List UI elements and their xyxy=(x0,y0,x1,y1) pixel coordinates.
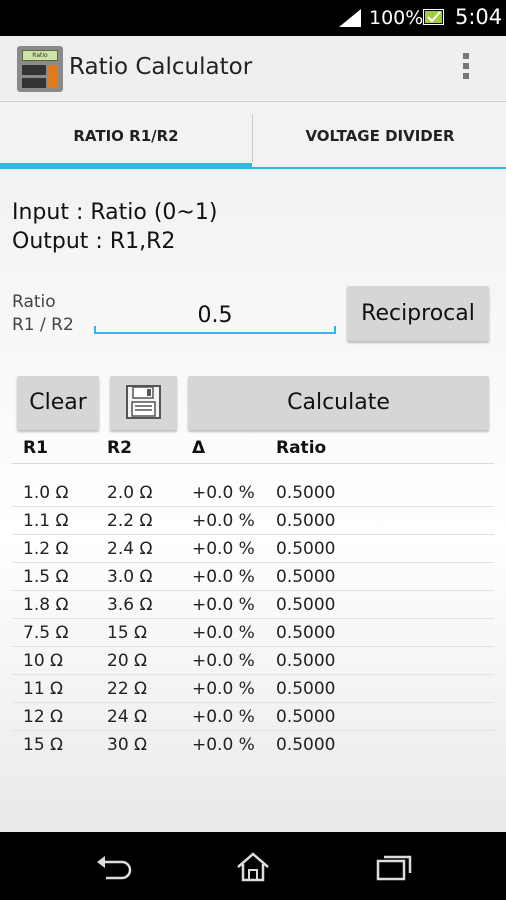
main-content: Input : Ratio (0~1) Output : R1,R2 Ratio… xyxy=(0,172,506,832)
column-header-r2: R2 xyxy=(107,438,132,458)
app-icon-screen: Ratio xyxy=(22,50,58,61)
cell-r2: 3.0 Ω xyxy=(107,567,153,587)
tab-voltage-divider[interactable]: VOLTAGE DIVIDER xyxy=(254,102,506,172)
table-row[interactable]: 12 Ω 24 Ω +0.0 % 0.5000 xyxy=(12,703,494,731)
cell-ratio: 0.5000 xyxy=(276,539,336,559)
column-header-r1: R1 xyxy=(23,438,48,458)
ratio-label: Ratio R1 / R2 xyxy=(12,291,74,337)
cell-r2: 2.0 Ω xyxy=(107,483,153,503)
cell-ratio: 0.5000 xyxy=(276,651,336,671)
reciprocal-button[interactable]: Reciprocal xyxy=(347,286,489,341)
tab-bar: RATIO R1/R2 VOLTAGE DIVIDER xyxy=(0,102,506,172)
signal-icon xyxy=(339,9,361,27)
app-icon-key xyxy=(48,65,58,88)
clear-button[interactable]: Clear xyxy=(17,376,99,430)
cell-r1: 1.0 Ω xyxy=(23,483,69,503)
clock: 5:04 xyxy=(455,5,503,29)
cell-r2: 24 Ω xyxy=(107,707,148,727)
app-icon-key xyxy=(22,78,46,88)
battery-percentage: 100% xyxy=(369,7,424,29)
table-row[interactable]: 7.5 Ω 15 Ω +0.0 % 0.5000 xyxy=(12,619,494,647)
action-bar: Ratio Ratio Calculator xyxy=(0,36,506,102)
cell-r2: 20 Ω xyxy=(107,651,148,671)
input-description: Input : Ratio (0~1) xyxy=(12,200,218,225)
cell-delta: +0.0 % xyxy=(192,595,255,615)
cell-r1: 15 Ω xyxy=(23,735,64,755)
ratio-input[interactable] xyxy=(94,298,336,334)
cell-ratio: 0.5000 xyxy=(276,595,336,615)
table-row[interactable]: 10 Ω 20 Ω +0.0 % 0.5000 xyxy=(12,647,494,675)
table-row[interactable]: 1.1 Ω 2.2 Ω +0.0 % 0.5000 xyxy=(12,507,494,535)
results-table-body: 1.0 Ω 2.0 Ω +0.0 % 0.5000 1.1 Ω 2.2 Ω +0… xyxy=(12,479,494,759)
cell-ratio: 0.5000 xyxy=(276,483,336,503)
cell-delta: +0.0 % xyxy=(192,679,255,699)
app-icon-key xyxy=(22,65,46,75)
ratio-label-line2: R1 / R2 xyxy=(12,315,74,335)
info-text: Input : Ratio (0~1) Output : R1,R2 xyxy=(12,198,217,256)
app-icon[interactable]: Ratio xyxy=(17,46,63,92)
table-row[interactable]: 11 Ω 22 Ω +0.0 % 0.5000 xyxy=(12,675,494,703)
cell-delta: +0.0 % xyxy=(192,511,255,531)
cell-ratio: 0.5000 xyxy=(276,511,336,531)
cell-ratio: 0.5000 xyxy=(276,735,336,755)
calculate-button[interactable]: Calculate xyxy=(188,376,489,430)
cell-delta: +0.0 % xyxy=(192,735,255,755)
cell-r1: 12 Ω xyxy=(23,707,64,727)
cell-r1: 1.2 Ω xyxy=(23,539,69,559)
status-bar: 100% 5:04 xyxy=(0,0,506,36)
cell-ratio: 0.5000 xyxy=(276,707,336,727)
home-icon[interactable] xyxy=(233,852,273,882)
cell-delta: +0.0 % xyxy=(192,539,255,559)
cell-delta: +0.0 % xyxy=(192,483,255,503)
cell-delta: +0.0 % xyxy=(192,651,255,671)
table-row[interactable]: 1.8 Ω 3.6 Ω +0.0 % 0.5000 xyxy=(12,591,494,619)
cell-r2: 15 Ω xyxy=(107,623,148,643)
back-icon[interactable] xyxy=(94,852,134,882)
app-title: Ratio Calculator xyxy=(69,54,253,80)
cell-r1: 1.1 Ω xyxy=(23,511,69,531)
cell-r2: 2.2 Ω xyxy=(107,511,153,531)
cell-delta: +0.0 % xyxy=(192,567,255,587)
tab-selected-indicator xyxy=(0,163,252,169)
cell-r1: 1.8 Ω xyxy=(23,595,69,615)
navigation-bar xyxy=(0,832,506,900)
column-header-delta: Δ xyxy=(192,438,206,458)
results-table-header: R1 R2 Δ Ratio xyxy=(12,438,494,464)
cell-r2: 30 Ω xyxy=(107,735,148,755)
ratio-label-line1: Ratio xyxy=(12,292,56,312)
cell-delta: +0.0 % xyxy=(192,707,255,727)
cell-r1: 11 Ω xyxy=(23,679,64,699)
column-header-ratio: Ratio xyxy=(276,438,327,458)
cell-r2: 3.6 Ω xyxy=(107,595,153,615)
cell-r1: 1.5 Ω xyxy=(23,567,69,587)
save-icon xyxy=(126,385,161,419)
table-row[interactable]: 1.0 Ω 2.0 Ω +0.0 % 0.5000 xyxy=(12,479,494,507)
battery-charging-icon xyxy=(423,9,444,25)
input-underline-cap xyxy=(334,326,336,334)
tab-baseline xyxy=(252,167,506,169)
input-underline-cap xyxy=(94,326,96,334)
output-description: Output : R1,R2 xyxy=(12,229,176,254)
cell-ratio: 0.5000 xyxy=(276,623,336,643)
recent-apps-icon[interactable] xyxy=(374,852,414,882)
table-row[interactable]: 15 Ω 30 Ω +0.0 % 0.5000 xyxy=(12,731,494,759)
tab-divider xyxy=(252,114,253,162)
cell-r2: 22 Ω xyxy=(107,679,148,699)
cell-ratio: 0.5000 xyxy=(276,567,336,587)
cell-r2: 2.4 Ω xyxy=(107,539,153,559)
cell-r1: 10 Ω xyxy=(23,651,64,671)
table-row[interactable]: 1.2 Ω 2.4 Ω +0.0 % 0.5000 xyxy=(12,535,494,563)
cell-delta: +0.0 % xyxy=(192,623,255,643)
cell-ratio: 0.5000 xyxy=(276,679,336,699)
cell-r1: 7.5 Ω xyxy=(23,623,69,643)
overflow-menu-icon[interactable] xyxy=(460,53,472,85)
tab-ratio[interactable]: RATIO R1/R2 xyxy=(0,102,252,172)
save-button[interactable] xyxy=(110,376,177,430)
table-row[interactable]: 1.5 Ω 3.0 Ω +0.0 % 0.5000 xyxy=(12,563,494,591)
